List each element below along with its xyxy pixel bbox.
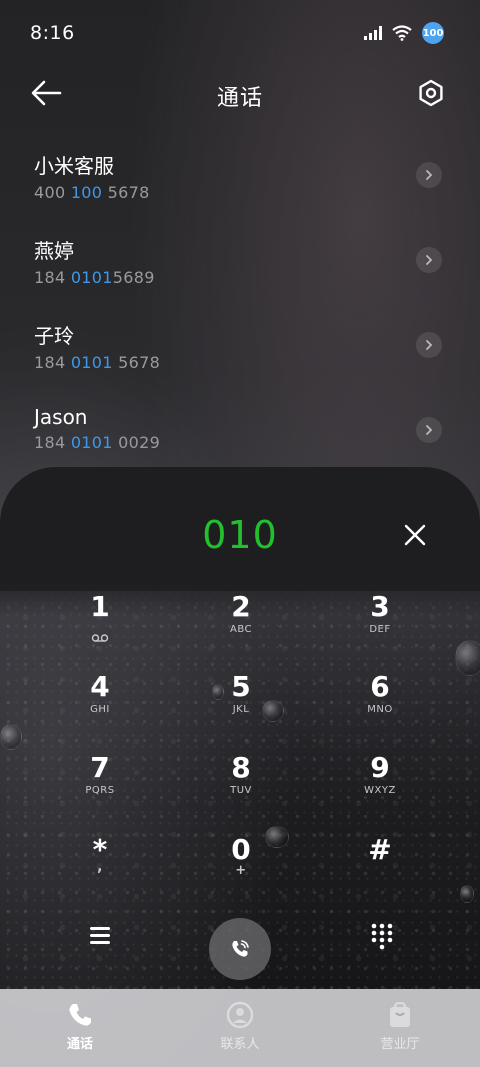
dialpad-icon — [371, 923, 393, 950]
key-letters: PQRS — [85, 785, 115, 796]
contact-list: 小米客服 400 100 5678 燕婷 184 01015689 子玲 184… — [0, 138, 480, 478]
key-0[interactable]: 0 + — [181, 829, 301, 899]
number-part: 5689 — [112, 268, 155, 287]
key-digit: 3 — [370, 590, 390, 623]
key-letters: ABC — [229, 624, 252, 635]
key-digit: 6 — [370, 670, 390, 703]
status-icons: 100 — [364, 22, 444, 44]
number-part: 5678 — [112, 353, 161, 372]
key-9[interactable]: 9 WXYZ — [320, 747, 440, 817]
contact-name: 燕婷 — [34, 239, 74, 263]
gear-icon — [419, 79, 443, 107]
number-match: 0101 — [70, 433, 113, 452]
key-digit: 2 — [231, 590, 251, 623]
contact-detail-button[interactable] — [416, 247, 442, 273]
call-button[interactable] — [209, 918, 271, 980]
battery-icon: 100 — [422, 22, 444, 44]
close-icon — [404, 524, 426, 546]
key-digit: 4 — [90, 670, 110, 703]
contact-number: 400 100 5678 — [34, 183, 480, 202]
key-digit: 5 — [231, 670, 251, 703]
key-digit: 7 — [90, 751, 110, 784]
key-digit: 8 — [231, 751, 251, 784]
key-letters: MNO — [367, 704, 393, 715]
contact-detail-button[interactable] — [416, 162, 442, 188]
key-letters: TUV — [230, 785, 252, 796]
contact-name: 小米客服 — [34, 154, 114, 178]
number-match: 0101 — [70, 353, 113, 372]
number-match: 100 — [70, 183, 103, 202]
number-part: 184 — [34, 353, 71, 372]
key-letters: , — [97, 859, 103, 875]
key-letters: GHI — [90, 704, 110, 715]
status-bar: 8:16 100 — [0, 0, 480, 68]
contact-name: 子玲 — [34, 324, 74, 348]
key-5[interactable]: 5 JKL — [181, 666, 301, 736]
keypad-toggle-button[interactable] — [369, 922, 395, 950]
number-part: 184 — [34, 268, 71, 287]
contacts-icon — [226, 1001, 254, 1029]
chevron-right-icon — [426, 170, 433, 180]
tab-label: 通话 — [66, 1037, 93, 1052]
key-1[interactable]: 1 — [40, 586, 160, 656]
phone-icon — [69, 1004, 91, 1026]
contact-item[interactable]: 子玲 184 0101 5678 — [0, 308, 480, 393]
header: 通话 — [0, 68, 480, 122]
key-star[interactable]: * , — [40, 829, 160, 899]
contact-item[interactable]: 燕婷 184 01015689 — [0, 223, 480, 308]
contact-name: Jason — [34, 405, 88, 429]
store-icon — [390, 1001, 410, 1027]
tab-label: 营业厅 — [380, 1037, 420, 1052]
signal-icon — [364, 26, 382, 40]
tab-contacts[interactable]: 联系人 — [160, 989, 320, 1067]
chevron-right-icon — [426, 255, 433, 265]
tab-store[interactable]: 营业厅 — [320, 989, 480, 1067]
key-2[interactable]: 2 ABC — [181, 586, 301, 656]
chevron-right-icon — [426, 425, 433, 435]
key-digit: # — [368, 833, 392, 866]
tab-label: 联系人 — [220, 1037, 260, 1052]
status-time: 8:16 — [30, 22, 75, 44]
tab-calls[interactable]: 通话 — [0, 989, 160, 1067]
contact-number: 184 01015689 — [34, 268, 480, 287]
settings-button[interactable] — [416, 78, 448, 110]
wifi-icon — [392, 25, 412, 41]
contact-number: 184 0101 5678 — [34, 353, 480, 372]
contact-item[interactable]: Jason 184 0101 0029 — [0, 393, 480, 478]
key-6[interactable]: 6 MNO — [320, 666, 440, 736]
key-digit: 1 — [90, 590, 110, 623]
clear-input-button[interactable] — [400, 520, 430, 550]
contact-detail-button[interactable] — [416, 332, 442, 358]
key-letters: WXYZ — [364, 785, 396, 796]
menu-icon — [90, 927, 110, 944]
key-4[interactable]: 4 GHI — [40, 666, 160, 736]
key-letters: JKL — [232, 704, 250, 715]
contact-number: 184 0101 0029 — [34, 433, 480, 452]
number-part: 184 — [34, 433, 71, 452]
voicemail-icon — [91, 634, 109, 642]
key-letters: + — [235, 863, 247, 878]
contact-item[interactable]: 小米客服 400 100 5678 — [0, 138, 480, 223]
phone-call-icon — [232, 940, 249, 957]
number-part: 400 — [34, 183, 71, 202]
key-3[interactable]: 3 DEF — [320, 586, 440, 656]
number-part: 5678 — [102, 183, 150, 202]
number-part: 0029 — [112, 433, 161, 452]
chevron-right-icon — [426, 340, 433, 350]
bottom-tab-bar: 通话 联系人 营业厅 — [0, 989, 480, 1067]
page-title: 通话 — [216, 86, 263, 111]
key-hash[interactable]: # — [320, 829, 440, 899]
number-match: 0101 — [70, 268, 113, 287]
contact-detail-button[interactable] — [416, 417, 442, 443]
key-8[interactable]: 8 TUV — [181, 747, 301, 817]
menu-button[interactable] — [84, 922, 116, 950]
key-letters: DEF — [369, 624, 391, 635]
key-7[interactable]: 7 PQRS — [40, 747, 160, 817]
key-digit: 9 — [370, 751, 390, 784]
